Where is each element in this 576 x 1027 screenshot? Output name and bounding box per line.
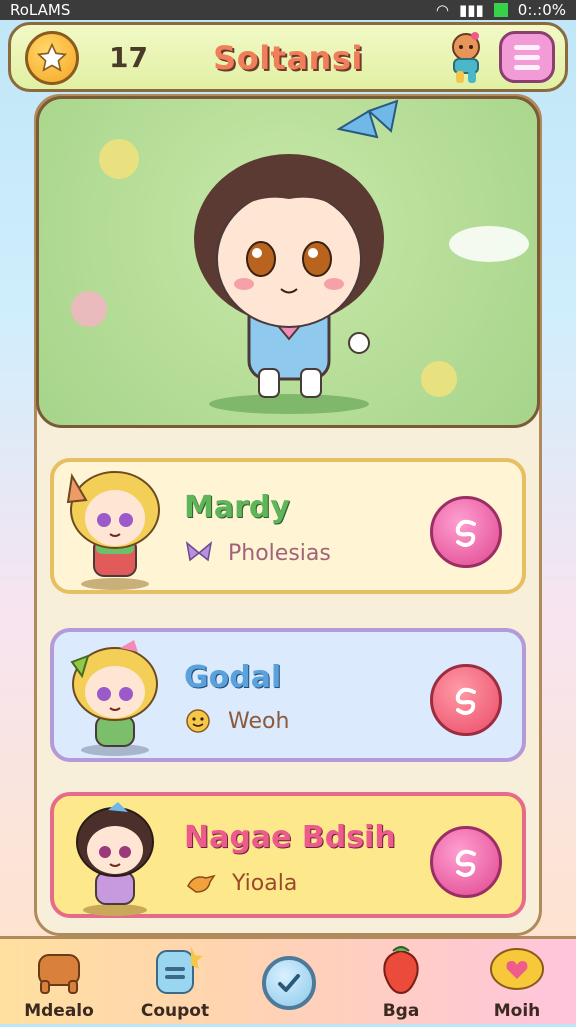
swirl-action-button[interactable]	[430, 664, 502, 736]
mascot-icon[interactable]	[439, 29, 493, 87]
nav-item-bga[interactable]: Bga	[346, 939, 456, 1027]
swirl-icon	[455, 687, 476, 715]
carrier-label: RoLAMS	[10, 1, 71, 19]
character-tag: Yioala	[232, 870, 298, 896]
character-name: Godal	[184, 660, 282, 695]
butterfly-icon	[185, 541, 213, 562]
menu-line	[514, 44, 540, 50]
nav-label: Moih	[493, 1001, 541, 1021]
character-tag-row: Pholesias	[184, 540, 331, 566]
menu-line	[514, 64, 540, 70]
nav-label: Bga	[382, 1001, 420, 1021]
nav-label: Coupot	[140, 1001, 210, 1021]
status-icons: ◠ ▮▮▮ 0:.:0%	[436, 1, 566, 19]
character-card[interactable]: Godal Weoh	[50, 628, 526, 762]
character-card[interactable]: Nagae Bdsih Yioala	[50, 792, 526, 918]
character-tag-row: Weoh	[184, 708, 289, 734]
character-tag: Pholesias	[228, 540, 331, 566]
swirl-icon	[455, 849, 476, 877]
bird-icon	[187, 874, 216, 893]
signal-icon: ▮▮▮	[459, 1, 484, 19]
character-portrait	[70, 640, 158, 756]
smiley-icon	[186, 709, 210, 733]
character-name: Nagae Bdsih	[184, 820, 396, 855]
status-time: 0:.:0%	[517, 1, 566, 19]
menu-line	[514, 54, 540, 60]
character-tag: Weoh	[228, 708, 290, 734]
hero-showcase	[36, 96, 540, 428]
checkmark-icon	[278, 974, 300, 992]
character-tag-row: Yioala	[184, 870, 297, 896]
character-name: Mardy	[184, 490, 290, 525]
top-bar: 17 Soltansi	[8, 22, 568, 92]
swirl-icon	[455, 519, 476, 547]
backpack-icon	[156, 947, 203, 994]
peach-action-button[interactable]	[430, 496, 502, 568]
hero-character-illustration	[71, 99, 529, 414]
wifi-icon: ◠	[435, 1, 450, 19]
peach-action-button[interactable]	[430, 826, 502, 898]
status-bar: RoLAMS ◠ ▮▮▮ 0:.:0%	[0, 0, 576, 20]
menu-button[interactable]	[499, 31, 555, 83]
animal-icon	[38, 954, 80, 994]
nav-label: Mdealo	[24, 1001, 94, 1021]
character-portrait	[76, 802, 154, 916]
nav-item-moih[interactable]: Moih	[462, 939, 572, 1027]
heart-icon	[490, 948, 544, 990]
character-card[interactable]: Mardy Pholesias	[50, 458, 526, 594]
confirm-button[interactable]	[262, 956, 316, 1010]
nav-item-mdealo[interactable]: Mdealo	[4, 939, 114, 1027]
strawberry-icon	[383, 946, 419, 995]
character-portrait	[66, 471, 160, 590]
nav-item-coupot[interactable]: Coupot	[120, 939, 230, 1027]
battery-icon	[493, 3, 508, 17]
